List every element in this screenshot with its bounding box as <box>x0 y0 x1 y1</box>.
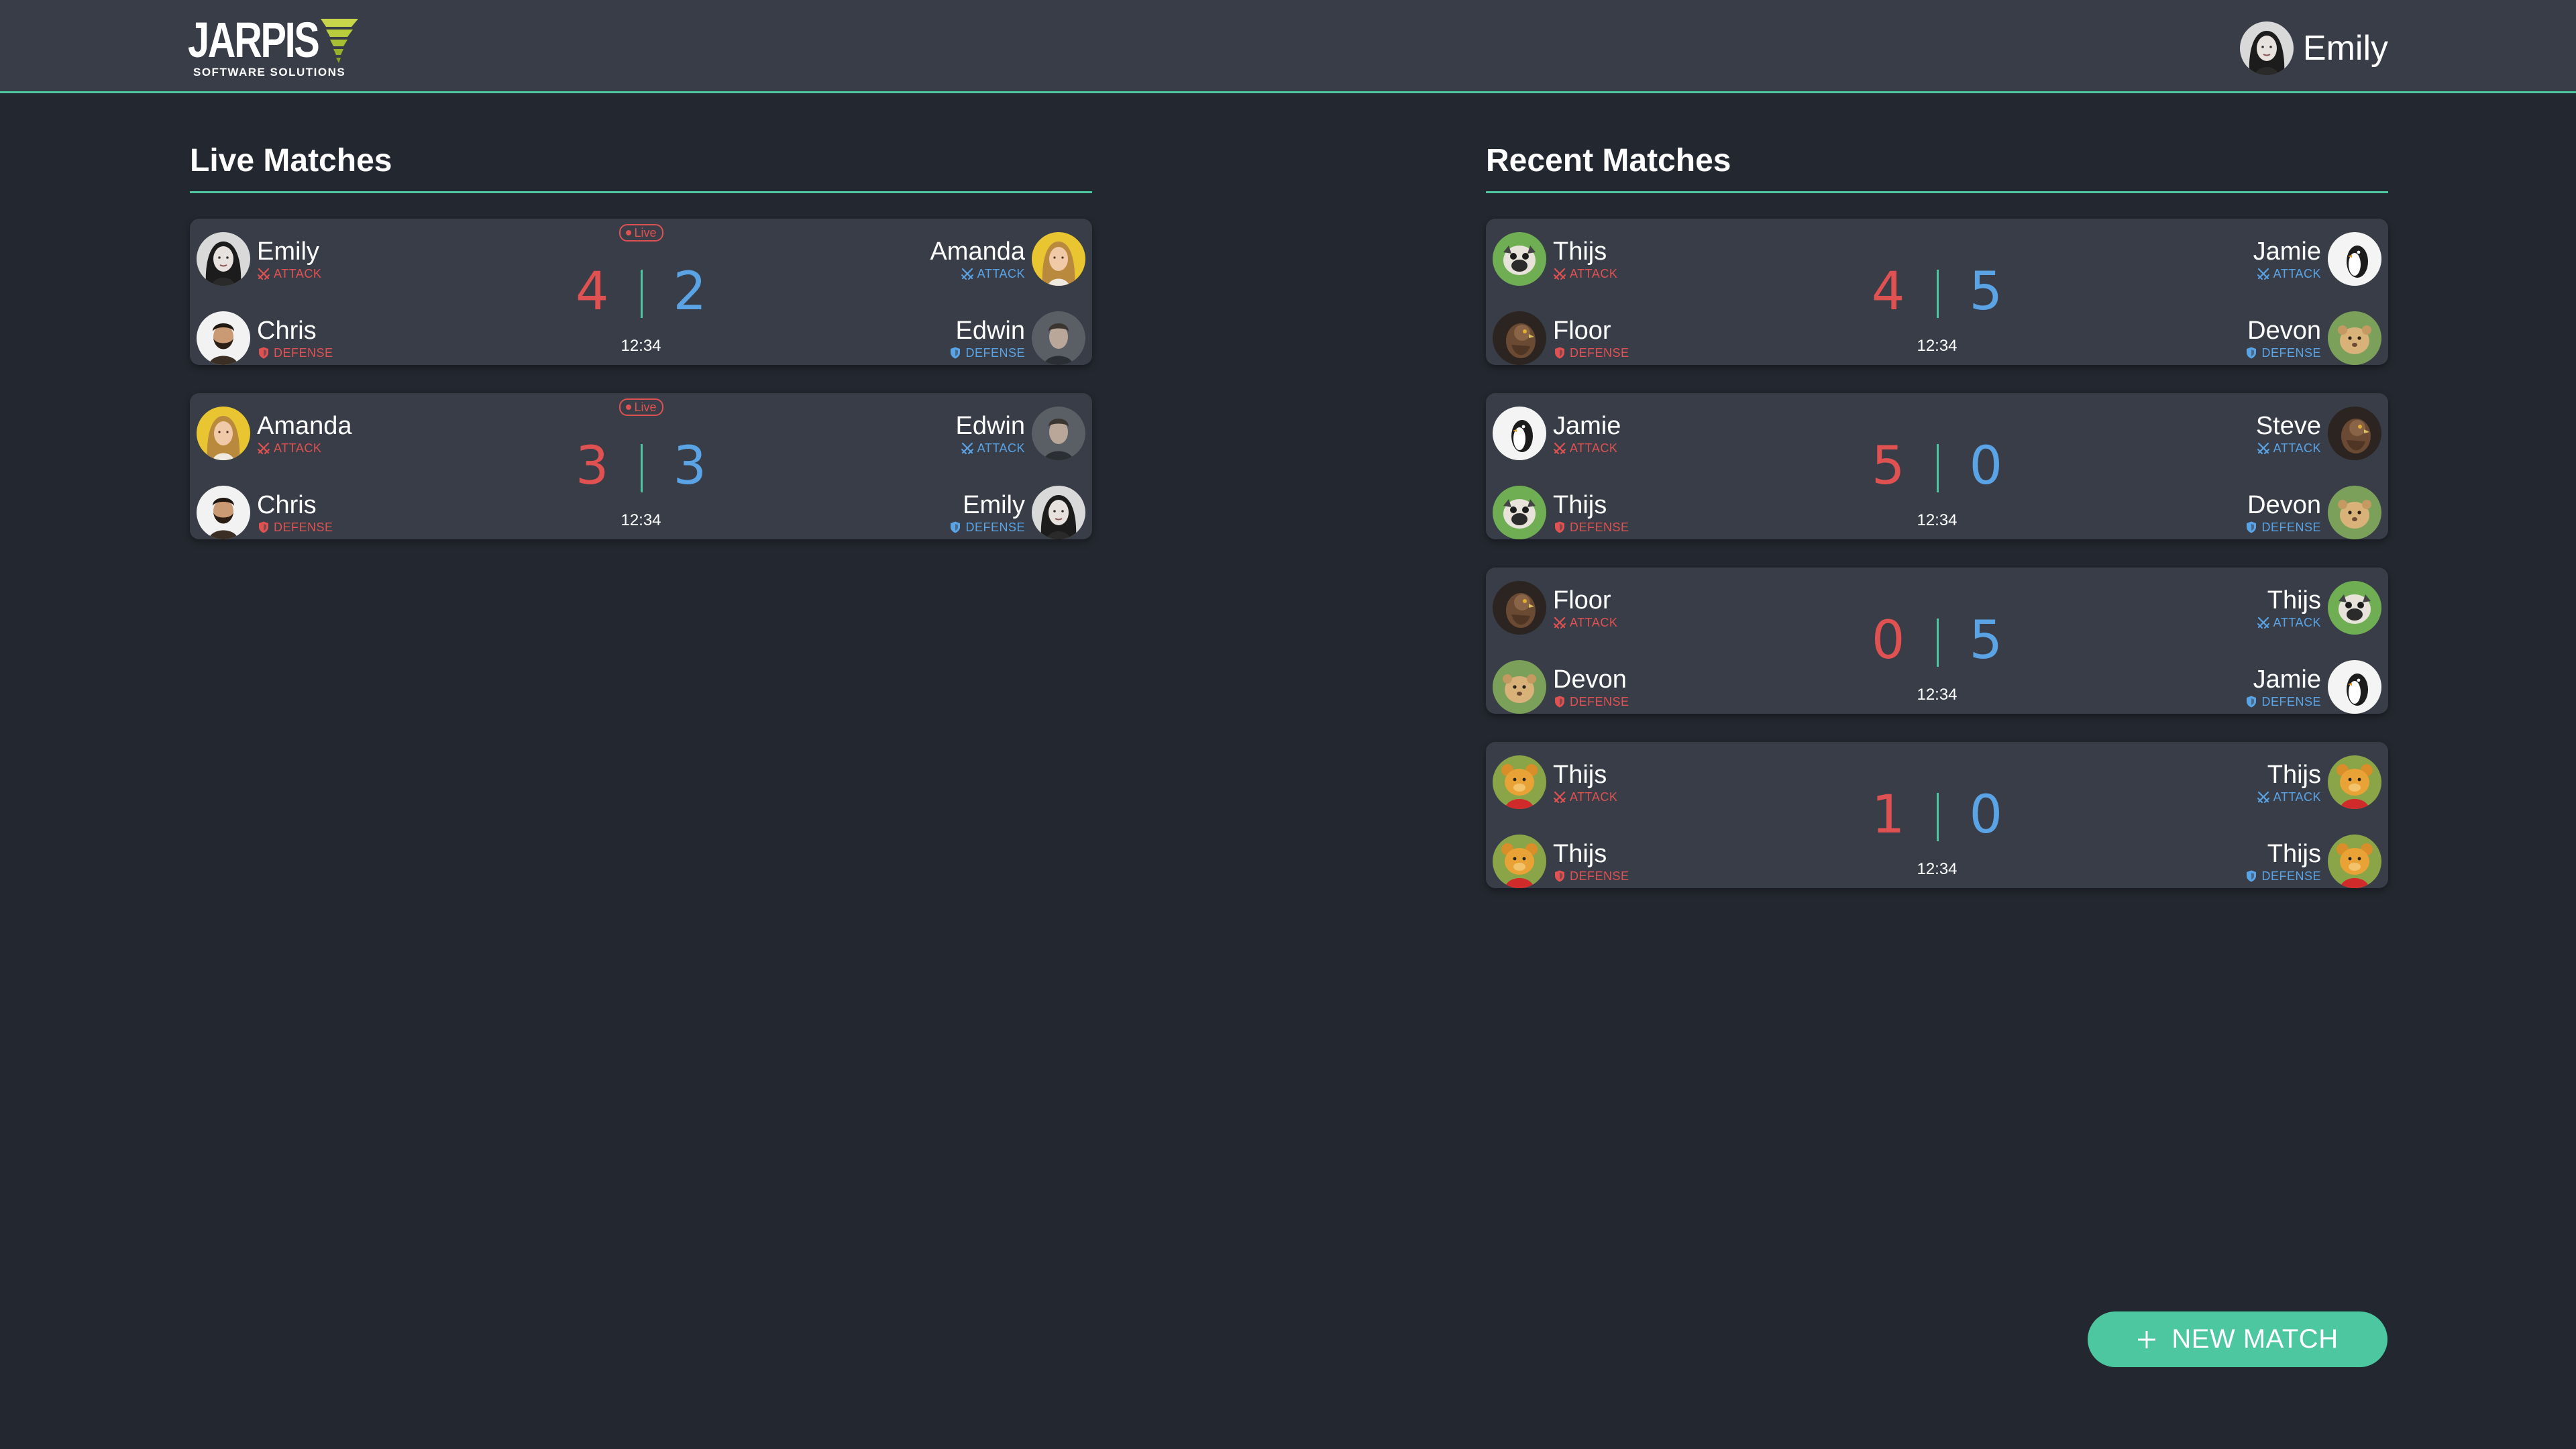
match-time: 12:34 <box>621 511 661 529</box>
logo-tagline: SOFTWARE SOLUTIONS <box>193 66 346 78</box>
match-time: 12:34 <box>1917 511 1957 529</box>
score-divider <box>1936 793 1939 841</box>
live-badge-label: Live <box>634 400 657 414</box>
live-match-card[interactable]: Amanda ATTACK Chris DEFENSE Edwin ATTACK… <box>190 393 1092 539</box>
blue-team-score: 3 <box>673 436 707 496</box>
match-time: 12:34 <box>1917 860 1957 878</box>
live-matches-list: Emily ATTACK Chris DEFENSE Amanda ATTACK… <box>190 219 1092 539</box>
recent-match-card[interactable]: Floor ATTACK Devon DEFENSE Thijs ATTACK … <box>1486 568 2388 714</box>
user-avatar[interactable] <box>2239 21 2294 75</box>
live-badge: Live <box>619 224 663 241</box>
scoreboard: 0 5 12:34 <box>1486 568 2388 714</box>
red-team-score: 3 <box>575 436 609 496</box>
score-divider <box>1936 444 1939 492</box>
live-badge: Live <box>619 398 663 416</box>
live-match-card[interactable]: Emily ATTACK Chris DEFENSE Amanda ATTACK… <box>190 219 1092 365</box>
recent-match-card[interactable]: Thijs ATTACK Thijs DEFENSE Thijs ATTACK … <box>1486 742 2388 888</box>
red-team-score: 5 <box>1871 436 1905 496</box>
red-team-score: 4 <box>1871 262 1905 322</box>
match-time: 12:34 <box>621 337 661 355</box>
live-matches-section: Live Matches Emily ATTACK Chris DEFENSE … <box>190 138 1092 568</box>
recent-matches-section: Recent Matches Thijs ATTACK Floor DEFENS… <box>1486 138 2388 916</box>
red-team-score: 1 <box>1871 785 1905 845</box>
red-team-score: 4 <box>575 262 609 322</box>
scoreboard: 1 0 12:34 <box>1486 742 2388 888</box>
score-divider <box>640 270 643 318</box>
tornado-logo-icon <box>321 19 358 63</box>
scoreboard: 5 0 12:34 <box>1486 393 2388 539</box>
blue-team-score: 0 <box>1969 785 2003 845</box>
blue-team-score: 2 <box>673 262 707 322</box>
blue-team-score: 5 <box>1969 262 2003 322</box>
blue-team-score: 5 <box>1969 610 2003 671</box>
scoreboard: 4 5 12:34 <box>1486 219 2388 365</box>
logo-wordmark: JARPIS <box>188 12 320 68</box>
scoreboard: Live 4 2 12:34 <box>190 219 1092 365</box>
recent-match-card[interactable]: Thijs ATTACK Floor DEFENSE Jamie ATTACK … <box>1486 219 2388 365</box>
recent-match-card[interactable]: Jamie ATTACK Thijs DEFENSE Steve ATTACK … <box>1486 393 2388 539</box>
live-dot-icon <box>625 405 631 410</box>
live-dot-icon <box>625 230 631 235</box>
recent-matches-list: Thijs ATTACK Floor DEFENSE Jamie ATTACK … <box>1486 219 2388 888</box>
score-divider <box>1936 270 1939 318</box>
user-menu[interactable]: Emily <box>2239 13 2388 83</box>
match-time: 12:34 <box>1917 686 1957 704</box>
top-bar: JARPIS SOFTWARE SOLUTIONS Emily <box>0 0 2576 93</box>
live-badge-label: Live <box>634 226 657 239</box>
new-match-label: NEW MATCH <box>2171 1324 2339 1354</box>
user-name: Emily <box>2302 29 2388 68</box>
live-matches-title: Live Matches <box>190 138 1092 193</box>
recent-matches-title: Recent Matches <box>1486 138 2388 193</box>
new-match-button[interactable]: NEW MATCH <box>2088 1311 2387 1367</box>
red-team-score: 0 <box>1871 610 1905 671</box>
score-divider <box>640 444 643 492</box>
blue-team-score: 0 <box>1969 436 2003 496</box>
match-time: 12:34 <box>1917 337 1957 355</box>
scoreboard: Live 3 3 12:34 <box>190 393 1092 539</box>
plus-icon <box>2138 1330 2156 1348</box>
score-divider <box>1936 619 1939 667</box>
